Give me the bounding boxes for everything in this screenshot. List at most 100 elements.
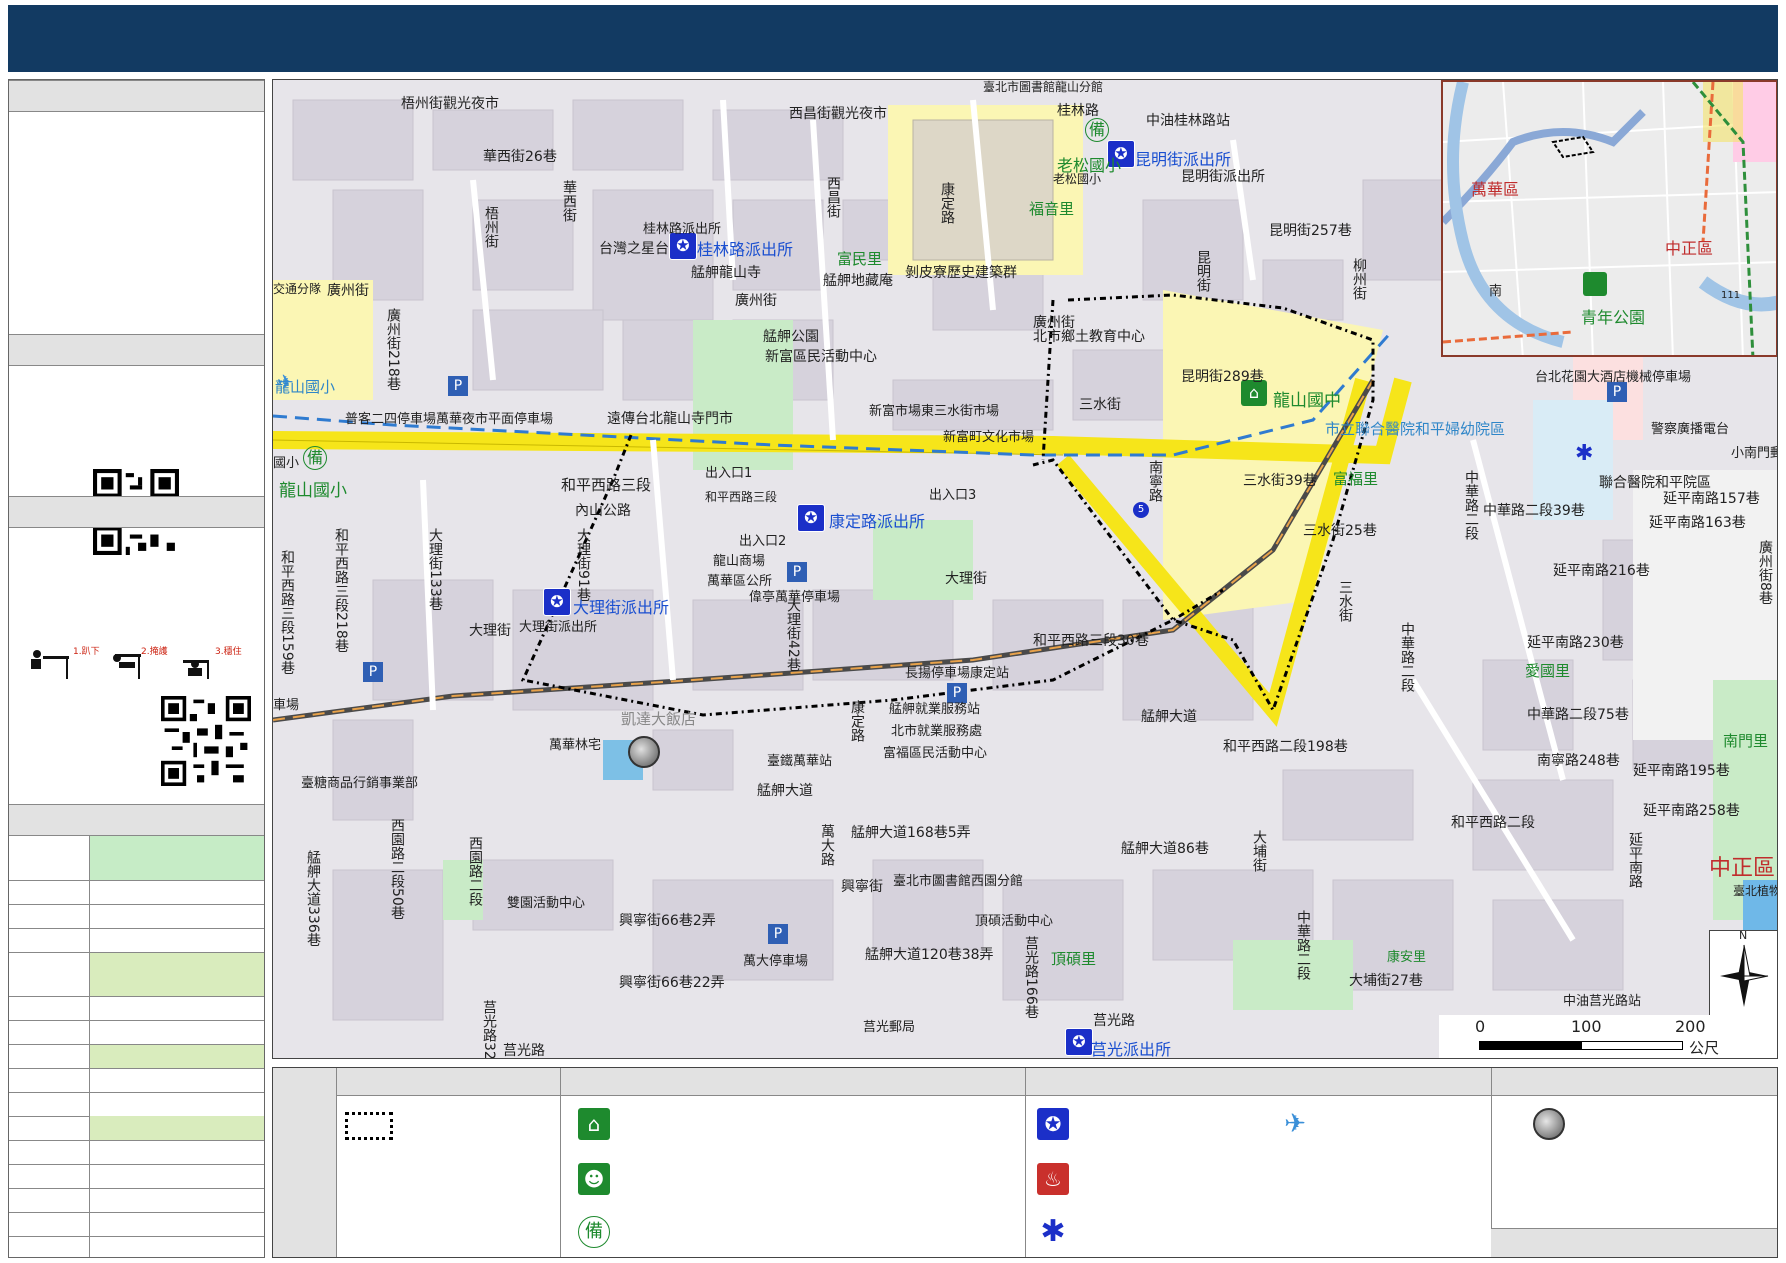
section-header-1 [9, 80, 264, 112]
map-label: 延平南路195巷 [1633, 763, 1730, 779]
map-label: 廣州街218巷 [385, 308, 401, 391]
table-cell-olive [90, 1116, 264, 1140]
map-label: 西園路二段 [467, 836, 483, 906]
map-label: 華西街26巷 [483, 149, 557, 165]
map-label: 福音里 [1029, 200, 1075, 218]
map-label: 大理街派出所 [573, 598, 670, 617]
map-label: 南 [1489, 284, 1503, 299]
map-label: 萬大停車場 [743, 954, 809, 969]
data-table [9, 836, 264, 1257]
info-panel: 1.趴下 2.掩護 3.穩住 [8, 79, 265, 1258]
fire-icon: ♨ [1037, 1163, 1069, 1195]
map-label: 中華路二段39巷 [1483, 503, 1585, 519]
inset-label-zhongzheng: 中正區 [1665, 239, 1714, 258]
section-header-3 [9, 496, 264, 528]
map-label: 延平南路163巷 [1649, 515, 1746, 531]
compass-icon [1720, 944, 1769, 1007]
map-label: 臺糖商品行銷事業部 [301, 776, 419, 791]
map-label: 西昌街 [825, 176, 841, 218]
police-icon[interactable]: ✪ [1065, 1028, 1093, 1056]
map-label: 愛國里 [1525, 662, 1571, 680]
map-label: 臺北市圖書館龍山分館 [983, 80, 1104, 94]
map-label: 中油莒光路站 [1563, 994, 1642, 1009]
qr-code-2[interactable] [161, 696, 251, 786]
map-label: 昆明街派出所 [1181, 169, 1265, 185]
map-label: 柳州街 [1351, 258, 1367, 300]
map-label: 莒光派出所 [1091, 1040, 1172, 1059]
map-label: 艋舺就業服務站 [889, 702, 981, 717]
map-label: 大理街133巷 [427, 528, 443, 611]
map-label: 西昌街觀光夜市 [789, 106, 887, 122]
map-label: 大理街91巷 [575, 528, 591, 602]
legend-footer-cell [1491, 1228, 1777, 1257]
map-label: 延平南路258巷 [1643, 803, 1740, 819]
map-label: 老松國小 [1053, 172, 1102, 186]
map-label: 廣州街8巷 [1757, 540, 1773, 605]
table-row [9, 1092, 264, 1093]
map-label: 新富町文化市場 [943, 430, 1035, 445]
map-label: 和平西路三段30巷 [1033, 633, 1149, 649]
police-icon[interactable]: ✪ [543, 588, 571, 616]
map-label: 莒光路 [1093, 1013, 1135, 1029]
table-row [9, 1068, 264, 1069]
map-label: 中正區 [1709, 856, 1776, 881]
map-label: 桂林路派出所 [643, 222, 722, 237]
map-label: 和平西路三段 [705, 490, 778, 504]
police-icon[interactable]: ✪ [797, 504, 825, 532]
map-label: 延平南路216巷 [1553, 563, 1650, 579]
park-icon: ☻ [578, 1163, 610, 1195]
map-label: 三水街39巷 [1243, 473, 1317, 489]
map-label: 南寧路248巷 [1537, 753, 1620, 769]
hospital-icon[interactable]: ✱ [1575, 442, 1599, 466]
map-label: 桂林路 [1057, 103, 1099, 119]
parking-icon: P [1607, 382, 1627, 402]
reserve-marker[interactable]: 備 [1085, 118, 1109, 142]
legend-header-row [337, 1068, 1777, 1096]
boundary-icon [345, 1112, 393, 1140]
table-row [9, 1188, 264, 1189]
map-label: 頂碩活動中心 [975, 914, 1054, 929]
map-label: 艋舺大道86巷 [1121, 841, 1209, 857]
map-label: 莒光路322巷 [481, 1000, 497, 1059]
step-3-label: 3.穩住 [215, 647, 242, 657]
map-label: 交通分隊 [273, 282, 322, 296]
map-label: 市立聯合醫院和平婦幼院區 [1325, 420, 1506, 438]
map-view[interactable]: 萬華區 中正區 青年公園 111 N 0 100 200 公尺 ✪ ✪ ✪ ✪ … [272, 79, 1778, 1059]
map-label: 龍山國中 [1273, 391, 1341, 411]
map-label: 和平西路三段218巷 [333, 528, 349, 653]
scale-tick-100: 100 [1571, 1017, 1602, 1036]
map-label: 南門里 [1723, 732, 1769, 750]
map-label: 和平西路三段159巷 [279, 550, 295, 675]
map-label: 新富市場東三水街市場 [869, 404, 1000, 419]
map-label: 梧州街觀光夜市 [401, 96, 499, 112]
evacuation-icon: ⌂ [578, 1108, 610, 1140]
mrt-station-icon: 5 [1133, 502, 1149, 518]
map-label: 頂碩里 [1051, 950, 1097, 968]
map-label: 小南門郵局 [1731, 446, 1777, 461]
map-label: 和平西路三段 [561, 476, 652, 494]
legend-panel: ⌂ ☻ 備 ✪ ♨ ✱ ✈ [272, 1067, 1778, 1258]
map-label: 興寧街66巷2弄 [619, 913, 716, 929]
parking-icon: P [768, 924, 788, 944]
parking-icon: P [448, 376, 468, 396]
table-row [9, 1164, 264, 1165]
map-label: 艋舺大道 [757, 783, 813, 799]
map-label: 延平南路157巷 [1663, 491, 1760, 507]
kaida-hotel-marker[interactable] [628, 736, 660, 768]
map-label: 康定路 [939, 182, 955, 224]
scale-bar: 0 100 200 公尺 [1439, 1015, 1777, 1058]
scale-tick-0: 0 [1475, 1017, 1486, 1036]
map-label: 和平西路二段 [1451, 815, 1535, 831]
map-label: 凱達大飯店 [621, 710, 697, 728]
map-label: 康定路 [849, 700, 865, 742]
scale-tick-200: 200 [1675, 1017, 1706, 1036]
map-label: 萬大路 [819, 824, 835, 866]
step-2-label: 2.掩護 [141, 647, 168, 657]
map-label: 大理街 [469, 623, 511, 639]
overview-inset-map[interactable]: 萬華區 中正區 青年公園 111 [1441, 80, 1777, 357]
location-icon [1533, 1108, 1565, 1140]
map-label: 艋舺大道336巷 [305, 850, 321, 947]
map-label: 廣州街 [735, 293, 777, 309]
reserve-marker[interactable]: 備 [303, 446, 327, 470]
map-label: 昆明街 [1195, 250, 1211, 292]
